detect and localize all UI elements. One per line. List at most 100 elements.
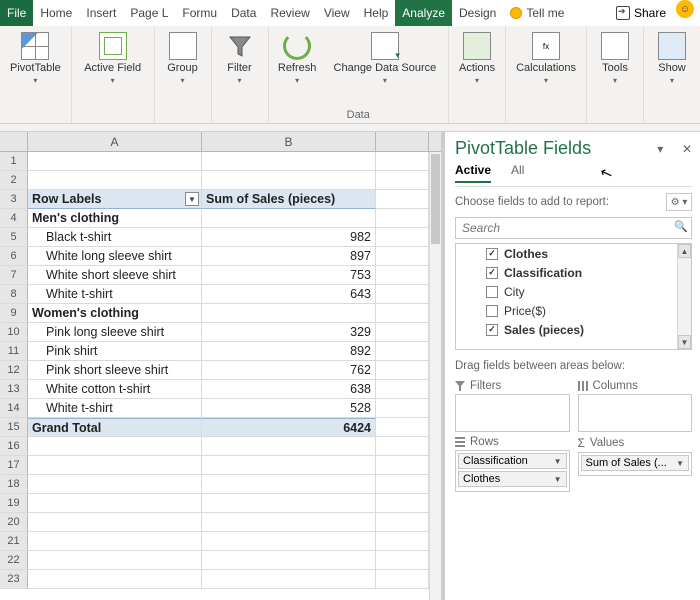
cell[interactable]: White short sleeve shirt xyxy=(28,266,202,285)
cell[interactable] xyxy=(376,570,429,589)
cell[interactable]: Men's clothing xyxy=(28,209,202,228)
table-row[interactable]: 1 xyxy=(0,152,441,171)
values-area-box[interactable]: Sum of Sales (...▼ xyxy=(578,452,693,476)
columns-area-box[interactable] xyxy=(578,394,693,432)
cell[interactable]: 762 xyxy=(202,361,376,380)
cell[interactable]: 6424 xyxy=(202,418,376,437)
row-labels-filter-button[interactable]: ▼ xyxy=(185,192,199,206)
table-row[interactable]: 19 xyxy=(0,494,441,513)
cell[interactable] xyxy=(202,551,376,570)
tab-view[interactable]: View xyxy=(317,0,357,26)
cell[interactable] xyxy=(376,266,429,285)
row-header[interactable]: 2 xyxy=(0,171,28,190)
cell[interactable] xyxy=(376,513,429,532)
tab-help[interactable]: Help xyxy=(357,0,396,26)
table-row[interactable]: 20 xyxy=(0,513,441,532)
cell[interactable] xyxy=(376,437,429,456)
cell[interactable] xyxy=(28,494,202,513)
table-row[interactable]: 2 xyxy=(0,171,441,190)
cell[interactable] xyxy=(376,152,429,171)
table-row[interactable]: 6White long sleeve shirt897 xyxy=(0,247,441,266)
cell[interactable] xyxy=(202,532,376,551)
field-list[interactable]: ▲ ▼ ✓Clothes✓ClassificationCityPrice($)✓… xyxy=(455,243,692,350)
rows-pill-clothes[interactable]: Clothes▼ xyxy=(458,471,567,487)
row-header[interactable]: 11 xyxy=(0,342,28,361)
feedback-smile-icon[interactable]: ☺ xyxy=(676,0,694,18)
cell[interactable]: Women's clothing xyxy=(28,304,202,323)
cell[interactable] xyxy=(202,456,376,475)
cell[interactable]: 753 xyxy=(202,266,376,285)
cell[interactable] xyxy=(202,570,376,589)
table-row[interactable]: 15Grand Total6424 xyxy=(0,418,441,437)
pane-tab-active[interactable]: Active xyxy=(455,163,491,183)
field-item[interactable]: Price($) xyxy=(456,301,691,320)
tell-me-button[interactable]: Tell me xyxy=(503,0,571,26)
tab-data[interactable]: Data xyxy=(224,0,263,26)
pane-tab-all[interactable]: All xyxy=(511,163,524,183)
cell[interactable] xyxy=(28,570,202,589)
row-header[interactable]: 13 xyxy=(0,380,28,399)
row-header[interactable]: 17 xyxy=(0,456,28,475)
row-header[interactable]: 12 xyxy=(0,361,28,380)
field-search-input[interactable] xyxy=(455,217,692,239)
field-checkbox[interactable]: ✓ xyxy=(486,248,498,260)
cell[interactable] xyxy=(376,361,429,380)
cell[interactable] xyxy=(202,171,376,190)
table-row[interactable]: 14White t-shirt528 xyxy=(0,399,441,418)
cell[interactable] xyxy=(28,437,202,456)
row-header[interactable]: 7 xyxy=(0,266,28,285)
cell[interactable]: 897 xyxy=(202,247,376,266)
field-item[interactable]: ✓Sales (pieces) xyxy=(456,320,691,339)
scroll-up-icon[interactable]: ▲ xyxy=(678,244,691,258)
table-row[interactable]: 13White cotton t-shirt638 xyxy=(0,380,441,399)
active-field-button[interactable]: Active Field ▾ xyxy=(78,30,148,88)
cell[interactable]: Grand Total xyxy=(28,418,202,437)
vertical-scrollbar[interactable] xyxy=(429,152,441,600)
cell[interactable] xyxy=(376,456,429,475)
change-data-source-button[interactable]: Change Data Source ▾ xyxy=(328,30,442,88)
table-row[interactable]: 9Women's clothing xyxy=(0,304,441,323)
cell[interactable]: White t-shirt xyxy=(28,399,202,418)
cell[interactable] xyxy=(28,532,202,551)
cell[interactable] xyxy=(202,494,376,513)
row-header[interactable]: 21 xyxy=(0,532,28,551)
cell[interactable] xyxy=(202,304,376,323)
tools-button[interactable]: Tools▾ xyxy=(593,30,637,88)
rows-area-box[interactable]: Classification▼ Clothes▼ xyxy=(455,450,570,492)
row-header[interactable]: 10 xyxy=(0,323,28,342)
row-header[interactable]: 6 xyxy=(0,247,28,266)
table-row[interactable]: 8White t-shirt643 xyxy=(0,285,441,304)
cell[interactable] xyxy=(28,513,202,532)
table-row[interactable]: 18 xyxy=(0,475,441,494)
field-item[interactable]: City xyxy=(456,282,691,301)
cell[interactable]: Black t-shirt xyxy=(28,228,202,247)
row-header[interactable]: 23 xyxy=(0,570,28,589)
actions-button[interactable]: Actions▾ xyxy=(455,30,499,88)
cell[interactable]: 892 xyxy=(202,342,376,361)
cell[interactable] xyxy=(376,342,429,361)
cell[interactable] xyxy=(376,228,429,247)
worksheet[interactable]: A B 123Row Labels▼Sum of Sales (pieces)4… xyxy=(0,132,445,600)
cell[interactable] xyxy=(376,494,429,513)
table-row[interactable]: 3Row Labels▼Sum of Sales (pieces) xyxy=(0,190,441,209)
row-header[interactable]: 16 xyxy=(0,437,28,456)
cell[interactable] xyxy=(202,475,376,494)
group-button[interactable]: Group▾ xyxy=(161,30,205,88)
cell[interactable] xyxy=(202,209,376,228)
tab-design[interactable]: Design xyxy=(452,0,503,26)
tab-file[interactable]: File xyxy=(0,0,33,26)
cell[interactable]: Pink long sleeve shirt xyxy=(28,323,202,342)
cell[interactable] xyxy=(376,304,429,323)
cell[interactable]: 638 xyxy=(202,380,376,399)
cell[interactable]: White long sleeve shirt xyxy=(28,247,202,266)
cell[interactable] xyxy=(376,532,429,551)
field-checkbox[interactable] xyxy=(486,305,498,317)
tab-insert[interactable]: Insert xyxy=(79,0,123,26)
cell[interactable]: Sum of Sales (pieces) xyxy=(202,190,376,209)
row-header[interactable]: 19 xyxy=(0,494,28,513)
field-item[interactable]: ✓Clothes xyxy=(456,244,691,263)
cell[interactable]: 643 xyxy=(202,285,376,304)
table-row[interactable]: 12Pink short sleeve shirt762 xyxy=(0,361,441,380)
cell[interactable]: 329 xyxy=(202,323,376,342)
table-row[interactable]: 17 xyxy=(0,456,441,475)
